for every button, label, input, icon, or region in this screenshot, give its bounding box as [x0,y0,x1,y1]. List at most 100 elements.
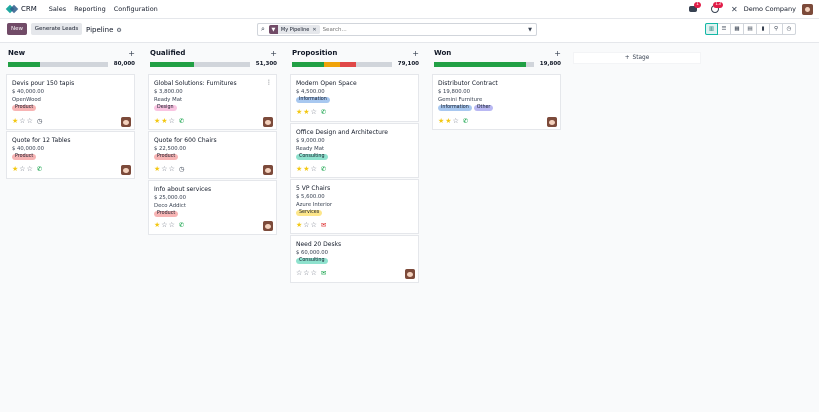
menu-reporting[interactable]: Reporting [74,5,106,13]
column-title[interactable]: Won [434,49,451,57]
progress-bar[interactable] [292,61,392,67]
quick-create-icon[interactable]: + [270,49,277,58]
phone-icon[interactable]: ✆ [321,166,326,173]
pivot-view-icon[interactable]: ▤ [744,23,757,35]
new-button[interactable]: New [7,23,27,35]
top-navbar: CRM Sales Reporting Configuration 1 13 ✕… [0,0,819,19]
avatar [405,269,415,279]
priority-stars[interactable]: ★ ☆ ☆ ◷ [12,118,43,125]
priority-stars[interactable]: ★ ☆ ☆ ◷ [154,166,185,173]
chevron-down-icon[interactable]: ▼ [528,27,532,33]
clock-icon[interactable]: ◷ [179,166,185,173]
lead-card[interactable]: Quote for 600 Chairs $ 22,500.00 Product… [148,131,277,179]
kanban-column-qualified: Qualified + 51,300 Global Solutions: Fur… [148,47,279,235]
crm-app-icon[interactable] [5,4,19,14]
phone-icon[interactable]: ✆ [321,109,326,116]
card-title: Distributor Contract [438,80,498,87]
lead-card[interactable]: Need 20 Desks $ 60,000.00 Consulting ☆ ☆ ☆… [290,235,419,283]
column-total: 19,800 [539,61,561,67]
add-stage-button[interactable]: + Stage [573,52,701,64]
quick-create-icon[interactable]: + [554,49,561,58]
activity-count-badge: 13 [713,2,723,8]
card-menu-icon[interactable]: ⋮ [266,79,272,86]
card-amount: $ 4,500.00 [296,89,325,95]
priority-stars[interactable]: ★ ★ ☆ ✆ [296,166,326,173]
tag: Information [438,105,472,111]
priority-stars[interactable]: ☆ ☆ ☆ ✉ [296,270,326,277]
card-title: Quote for 12 Tables [12,137,71,144]
company-switcher[interactable]: Demo Company [744,5,796,13]
lead-card[interactable]: Distributor Contract $ 19,800.00 Gemini … [432,74,561,130]
priority-stars[interactable]: ★ ☆ ☆ ✉ [296,222,326,229]
tag: Product [154,211,179,217]
mail-icon[interactable]: ✉ [321,222,326,229]
lead-card[interactable]: Info about services $ 25,000.00 Deco Add… [148,180,277,235]
priority-stars[interactable]: ★ ☆ ☆ ✆ [12,166,42,173]
generate-leads-button[interactable]: Generate Leads [31,23,82,35]
menu-configuration[interactable]: Configuration [114,5,158,13]
phone-icon[interactable]: ✆ [179,118,184,125]
close-icon[interactable]: ✕ [312,27,319,33]
graph-view-icon[interactable]: ▮ [757,23,770,35]
lead-card[interactable]: Office Design and Architecture $ 9,000.0… [290,123,419,178]
tools-icon[interactable]: ✕ [731,5,738,14]
card-amount: $ 60,000.00 [296,250,329,256]
card-customer: Ready Mat [296,146,325,152]
search-icon[interactable]: ⌕ [261,25,265,34]
card-title: Devis pour 150 tapis [12,80,75,87]
lead-card[interactable]: Global Solutions: Furnitures ⋮ $ 3,800.0… [148,74,277,130]
card-customer: Ready Mat [154,97,183,103]
activity-view-icon[interactable]: ◷ [783,23,796,35]
tag: Consulting [296,154,328,160]
tag: Other [473,105,494,111]
lead-card[interactable]: Quote for 12 Tables $ 40,000.00 Product … [6,131,135,179]
lead-card[interactable]: 5 VP Chairs $ 5,600.00 Azure Interior Se… [290,179,419,234]
card-amount: $ 9,000.00 [296,138,325,144]
card-amount: $ 5,600.00 [296,194,325,200]
priority-stars[interactable]: ★ ☆ ☆ ✆ [154,222,184,229]
quick-create-icon[interactable]: + [412,49,419,58]
column-title[interactable]: Qualified [150,49,185,57]
progress-bar[interactable] [434,61,534,67]
facet-label: My Pipeline [280,26,310,33]
card-amount: $ 3,800.00 [154,89,183,95]
search-input[interactable] [322,26,473,33]
column-title[interactable]: New [8,49,25,57]
phone-icon[interactable]: ✆ [37,166,42,173]
column-total: 51,300 [255,61,277,67]
mail-icon[interactable]: ✉ [321,270,326,277]
gear-icon[interactable]: ⚙ [116,27,121,34]
page-title: Pipeline [86,26,114,34]
progress-bar[interactable] [150,61,250,67]
map-view-icon[interactable]: ⚲ [770,23,783,35]
quick-create-icon[interactable]: + [128,49,135,58]
chat-button[interactable]: 1 [687,2,701,15]
lead-card[interactable]: Modern Open Space $ 4,500.00 Information… [290,74,419,122]
calendar-view-icon[interactable]: ▦ [731,23,744,35]
tag: Information [296,97,330,103]
list-view-icon[interactable]: ☰ [718,23,731,35]
progress-bar[interactable] [8,61,108,67]
activity-button[interactable]: 13 [709,2,723,15]
tag: Services [296,210,323,216]
kanban-column-proposition: Proposition + 79,100 Modern Open Space $… [290,47,421,283]
column-title[interactable]: Proposition [292,49,337,57]
menu-sales[interactable]: Sales [49,5,66,13]
priority-stars[interactable]: ★ ★ ☆ ✆ [438,118,468,125]
card-amount: $ 19,800.00 [438,89,471,95]
user-avatar[interactable] [802,3,813,15]
phone-icon[interactable]: ✆ [463,118,468,125]
add-stage-label: Stage [632,55,650,61]
app-name[interactable]: CRM [21,5,37,13]
priority-stars[interactable]: ★ ★ ☆ ✆ [154,118,184,125]
phone-icon[interactable]: ✆ [179,222,184,229]
card-customer: Gemini Furniture [438,97,483,103]
priority-stars[interactable]: ★ ★ ☆ ✆ [296,109,326,116]
card-customer: Azure Interior [296,202,333,208]
tag: Product [12,154,37,160]
kanban-view-icon[interactable]: ▥ [705,23,718,35]
lead-card[interactable]: Devis pour 150 tapis $ 40,000.00 OpenWoo… [6,74,135,130]
card-title: Info about services [154,186,212,193]
view-switcher: ▥ ☰ ▦ ▤ ▮ ⚲ ◷ [705,23,796,35]
clock-icon[interactable]: ◷ [37,118,43,125]
